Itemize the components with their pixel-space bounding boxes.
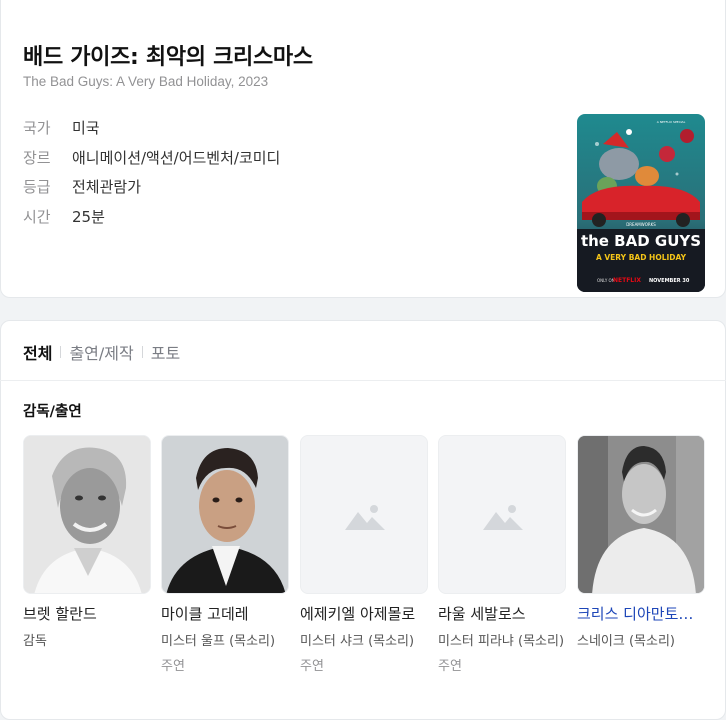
person-photo[interactable] [577, 435, 705, 594]
tabs-divider [0, 380, 726, 381]
poster-image: DREAMWORKS the BAD GUYS A VERY BAD HOLID… [577, 114, 705, 292]
info-row-runtime: 시간 25분 [23, 202, 280, 232]
tab-divider [60, 346, 62, 358]
info-value: 애니메이션/액션/어드벤처/코미디 [72, 148, 281, 167]
tab-divider [141, 346, 143, 358]
person-name-link[interactable]: 크리스 디아만토폴로스 [577, 603, 705, 624]
person-billing: 주연 [300, 659, 324, 674]
person-role: 미스터 울프 (목소리) [161, 634, 276, 649]
person-photo-image [578, 436, 704, 593]
person-role: 스네이크 (목소리) [577, 634, 675, 649]
person-photo-placeholder[interactable] [438, 435, 566, 594]
person-card[interactable]: 브렛 할란드 감독 [23, 435, 151, 649]
info-row-country: 국가 미국 [23, 113, 280, 143]
info-key: 장르 [23, 148, 51, 167]
info-row-genre: 장르 애니메이션/액션/어드벤처/코미디 [23, 143, 280, 173]
person-role: 미스터 피라냐 (목소리) [438, 634, 565, 649]
person-card[interactable]: 마이클 고데레 미스터 울프 (목소리) 주연 [161, 435, 289, 674]
poster-subtitle: A VERY BAD HOLIDAY [596, 253, 687, 262]
poster-brand: DREAMWORKS [626, 222, 656, 227]
info-value: 미국 [72, 119, 100, 138]
person-photo-placeholder[interactable] [300, 435, 428, 594]
poster-netflix-logo: NETFLIX [613, 277, 641, 284]
info-value: 25분 [72, 207, 105, 226]
person-billing: 주연 [438, 659, 462, 674]
movie-original-title: The Bad Guys: A Very Bad Holiday, 2023 [23, 74, 269, 89]
person-card[interactable]: 에제키엘 아제몰로 미스터 샤크 (목소리) 주연 [300, 435, 428, 674]
image-placeholder-icon [345, 505, 385, 530]
person-name[interactable]: 마이클 고데레 [161, 603, 289, 624]
tab-all[interactable]: 전체 [23, 340, 52, 364]
movie-poster[interactable]: DREAMWORKS the BAD GUYS A VERY BAD HOLID… [577, 114, 705, 292]
info-key: 시간 [23, 207, 51, 226]
info-key: 국가 [23, 119, 51, 138]
tab-cast-crew[interactable]: 출연/제작 [69, 340, 133, 364]
person-name[interactable]: 라울 세발로스 [438, 603, 566, 624]
movie-title: 배드 가이즈: 최악의 크리스마스 [23, 45, 313, 70]
movie-info-list: 국가 미국 장르 애니메이션/액션/어드벤처/코미디 등급 전체관람가 시간 2… [23, 113, 280, 231]
person-photo[interactable] [161, 435, 289, 594]
person-card[interactable]: 크리스 디아만토폴로스 스네이크 (목소리) [577, 435, 705, 649]
image-placeholder-icon [483, 505, 523, 530]
person-name[interactable]: 에제키엘 아제몰로 [300, 603, 428, 624]
person-name[interactable]: 브렛 할란드 [23, 603, 151, 624]
content-tabs: 전체 출연/제작 포토 [23, 340, 180, 364]
person-billing: 주연 [161, 659, 185, 674]
poster-date: NOVEMBER 30 [649, 278, 690, 284]
info-key: 등급 [23, 178, 51, 197]
person-role: 미스터 샤크 (목소리) [300, 634, 415, 649]
person-card[interactable]: 라울 세발로스 미스터 피라냐 (목소리) 주연 [438, 435, 566, 674]
person-photo-image [24, 436, 150, 593]
person-photo-image [162, 436, 288, 593]
poster-top-text: A NETFLIX SPECIAL [657, 120, 686, 124]
info-value: 전체관람가 [72, 178, 142, 197]
person-photo[interactable] [23, 435, 151, 594]
person-role: 감독 [23, 634, 47, 649]
info-row-rating: 등급 전체관람가 [23, 172, 280, 202]
section-title: 감독/출연 [23, 404, 82, 420]
poster-title: the BAD GUYS [581, 232, 701, 250]
tab-photos[interactable]: 포토 [151, 340, 180, 364]
